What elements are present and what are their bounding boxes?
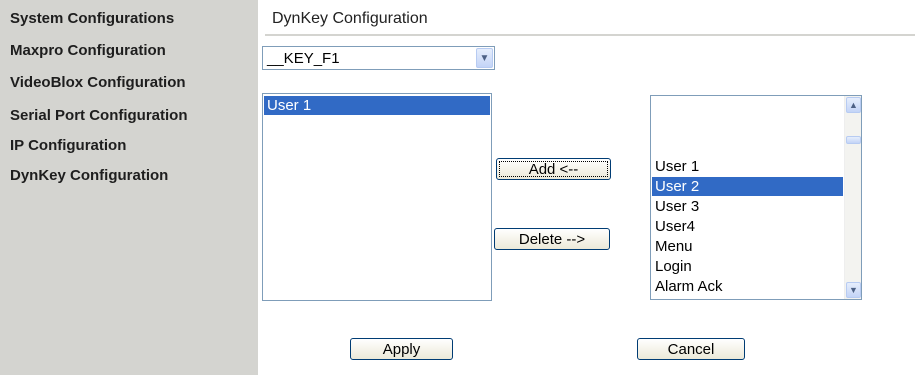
page-title: DynKey Configuration xyxy=(272,10,428,27)
list-item[interactable]: Menu xyxy=(652,237,843,256)
sidebar: System Configurations Maxpro Configurati… xyxy=(0,0,258,375)
sidebar-item-dynkey-configuration[interactable]: DynKey Configuration xyxy=(10,167,168,184)
apply-button[interactable]: Apply xyxy=(350,338,453,360)
sidebar-item-maxpro-configuration[interactable]: Maxpro Configuration xyxy=(10,42,166,59)
list-scrollbar[interactable]: ▲ ▼ xyxy=(844,96,861,299)
list-item[interactable]: Alarm Ack xyxy=(652,277,843,296)
sidebar-item-system-configurations[interactable]: System Configurations xyxy=(10,10,174,27)
sidebar-item-ip-configuration[interactable]: IP Configuration xyxy=(10,137,126,154)
assigned-users-list[interactable]: User 1 xyxy=(262,93,492,301)
key-select[interactable]: __KEY_F1 ▼ xyxy=(262,46,495,70)
list-item[interactable]: User4 xyxy=(652,217,843,236)
scrollbar-thumb[interactable] xyxy=(846,136,861,144)
sidebar-item-serial-port-configuration[interactable]: Serial Port Configuration xyxy=(10,107,188,124)
key-select-value: __KEY_F1 xyxy=(267,50,340,67)
chevron-down-icon[interactable]: ▼ xyxy=(476,48,493,68)
available-users-list[interactable]: User 1 User 2 User 3 User4 Menu Login Al… xyxy=(650,95,862,300)
list-item[interactable]: User 1 xyxy=(652,157,843,176)
list-item[interactable]: Login xyxy=(652,257,843,276)
title-divider xyxy=(265,34,915,36)
delete-button[interactable]: Delete --> xyxy=(494,228,610,250)
list-item[interactable]: User 3 xyxy=(652,197,843,216)
sidebar-item-videoblox-configuration[interactable]: VideoBlox Configuration xyxy=(10,74,186,91)
list-item[interactable]: User 2 xyxy=(652,177,843,196)
list-item[interactable]: User 1 xyxy=(264,96,490,115)
add-button[interactable]: Add <-- xyxy=(496,158,611,180)
cancel-button[interactable]: Cancel xyxy=(637,338,745,360)
scroll-up-icon[interactable]: ▲ xyxy=(846,97,861,113)
scroll-down-icon[interactable]: ▼ xyxy=(846,282,861,298)
